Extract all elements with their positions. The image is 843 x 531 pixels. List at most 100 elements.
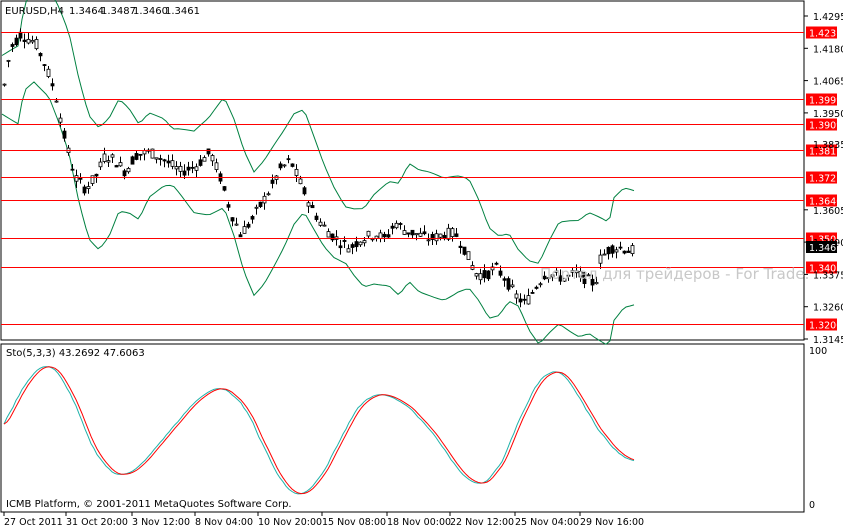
candle-body <box>190 166 195 169</box>
candle-body <box>426 239 431 242</box>
candle-body <box>230 217 235 222</box>
price-tick-label: 1.4180 <box>813 44 843 55</box>
candle-body <box>478 273 483 281</box>
price-tick-label: 1.3145 <box>813 335 843 346</box>
candle-body <box>114 165 119 168</box>
candle-body <box>58 117 63 123</box>
candle-body <box>530 292 535 294</box>
symbol-label: EURUSD,H4 <box>5 6 64 17</box>
candle-body <box>398 223 403 225</box>
main-chart-frame <box>0 0 805 341</box>
candle-body <box>174 166 179 170</box>
level-label: 1.3722 <box>809 174 842 185</box>
candle-body <box>614 249 619 253</box>
stochastic-title: Sto(5,3,3) 43.2692 47.6063 <box>6 348 145 359</box>
candle-body <box>162 159 167 162</box>
time-tick-label: 10 Nov 20:00 <box>258 517 322 528</box>
candle-body <box>62 130 67 139</box>
candle-body <box>78 177 83 180</box>
price-tick-label: 1.4295 <box>813 12 843 23</box>
price-tick-partial: 1.3835 <box>813 140 843 151</box>
candle-body <box>510 284 515 288</box>
candle-body <box>142 150 147 155</box>
chart-canvas[interactable]: 1.42371.39991.39091.38171.37221.36401.35… <box>0 0 843 528</box>
candle-body <box>246 223 251 228</box>
price-tick-label: 1.3260 <box>813 303 843 314</box>
candle-body <box>310 205 315 209</box>
candle-body <box>338 245 343 249</box>
candle-body <box>602 253 607 256</box>
stochastic-axis-bottom: 0 <box>809 500 815 511</box>
candle-body <box>462 246 467 255</box>
candle-body <box>294 168 299 176</box>
candle-body <box>358 241 363 246</box>
candle-body <box>54 100 59 103</box>
candle-body <box>474 273 479 277</box>
candle-body <box>26 38 31 44</box>
candle-body <box>134 153 139 160</box>
time-tick-label: 15 Nov 08:00 <box>322 517 386 528</box>
candle-body <box>30 40 35 43</box>
candle-body <box>406 232 411 235</box>
candle-body <box>210 155 215 162</box>
indicator-frame <box>0 343 805 513</box>
candle-body <box>18 31 23 39</box>
chart-window[interactable]: 1.4237 1.3999 1.3909 1.3817 1.3722 1.3640 1.35… <box>0 0 843 528</box>
low-value: 1.3460 <box>133 6 168 17</box>
candle-body <box>90 175 95 184</box>
candle-body <box>394 222 399 229</box>
candle-body <box>434 233 439 242</box>
candle-body <box>306 202 311 207</box>
candle-body <box>138 153 143 156</box>
time-axis: 27 Oct 2011 31 Oct 20:00 3 Nov 12:00 8 Nov … <box>3 512 644 528</box>
candle-body <box>182 170 187 176</box>
candle-body <box>626 250 631 253</box>
candle-body <box>282 164 287 167</box>
candle-body <box>86 186 91 189</box>
candle-body <box>6 59 11 62</box>
candle-body <box>194 166 199 171</box>
watermark-text: Портал для трейдеров - For Trade. <box>540 265 809 283</box>
candle-body <box>202 157 207 162</box>
candle-body <box>74 175 79 182</box>
candle-body <box>22 39 27 42</box>
candle-body <box>346 248 351 253</box>
candle-body <box>466 251 471 260</box>
candle-body <box>502 278 507 281</box>
candle-body <box>322 224 327 227</box>
candle-body <box>250 216 255 220</box>
candle-body <box>418 232 423 237</box>
time-tick-label: 27 Oct 2011 <box>4 517 63 528</box>
stochastic-axis-top: 100 <box>809 346 827 357</box>
candle-body <box>170 160 175 167</box>
price-tick-label: 1.4065 <box>813 77 843 88</box>
copyright-text: ICMB Platform, © 2001-2011 MetaQuotes So… <box>6 499 292 510</box>
candle-body <box>630 245 635 254</box>
candle-body <box>166 160 171 164</box>
candle-body <box>494 262 499 265</box>
candle-body <box>414 233 419 236</box>
candle-body <box>266 193 271 196</box>
close-value: 1.3461 <box>165 6 200 17</box>
price-tick-label: 1.3605 <box>813 206 843 217</box>
level-label: 1.3200 <box>809 321 842 332</box>
candle-body <box>122 170 127 177</box>
candle-body <box>262 195 267 204</box>
candle-body <box>130 156 135 165</box>
candle-body <box>498 270 503 276</box>
candle-body <box>362 240 367 244</box>
candle-body <box>598 254 603 264</box>
price-tick-label: 1.3375 <box>813 270 843 281</box>
candle-body <box>366 230 371 237</box>
candle-body <box>258 201 263 207</box>
candle-body <box>446 227 451 240</box>
candle-body <box>342 240 347 242</box>
candle-body <box>38 52 43 57</box>
open-value: 1.3464 <box>69 6 104 17</box>
candle-body <box>290 163 295 167</box>
candle-body <box>214 162 219 170</box>
time-tick-label: 3 Nov 12:00 <box>132 517 190 528</box>
candle-body <box>538 283 543 286</box>
candle-body <box>98 161 103 168</box>
candle-body <box>94 173 99 177</box>
